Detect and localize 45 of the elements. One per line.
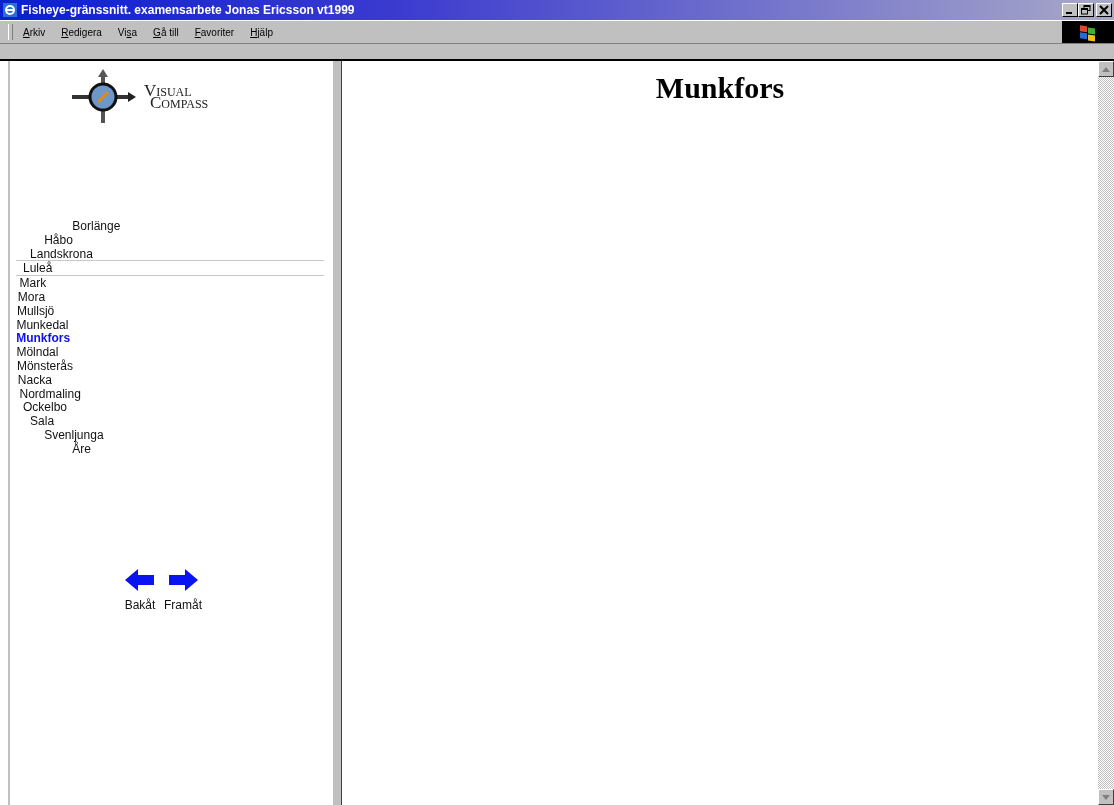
place-link[interactable]: Mullsjö: [16, 303, 55, 318]
restore-icon: [1081, 5, 1091, 15]
place-link[interactable]: Landskrona: [30, 246, 93, 261]
scroll-down-button[interactable]: [1098, 789, 1114, 805]
place-link[interactable]: Luleå: [23, 261, 53, 276]
menu-item[interactable]: Hjälp: [250, 26, 273, 38]
place-link[interactable]: Sala: [30, 414, 55, 429]
browser-icon: [2, 2, 18, 18]
menu-item[interactable]: Favoriter: [194, 26, 235, 38]
window-title: Fisheye-gränssnitt. examensarbete Jonas Ericsson vt1999: [21, 3, 355, 17]
place-link[interactable]: Nacka: [17, 372, 52, 387]
minimize-button[interactable]: [1062, 3, 1078, 17]
menu-item[interactable]: Visa: [117, 26, 138, 38]
nav-label[interactable]: Bakåt: [124, 597, 156, 612]
close-button[interactable]: [1096, 3, 1112, 17]
left-arrow-icon[interactable]: [124, 567, 156, 592]
place-link[interactable]: Munkfors: [16, 331, 71, 346]
restore-button[interactable]: [1078, 3, 1094, 17]
up-arrow-icon: [1102, 66, 1110, 72]
close-icon: [1099, 5, 1109, 15]
place-link[interactable]: Borlänge: [72, 219, 121, 233]
place-link[interactable]: Munkedal: [16, 317, 69, 332]
place-link[interactable]: Ockelbo: [23, 400, 68, 415]
logo-text: Visual: [144, 85, 192, 97]
compass-icon: [72, 69, 136, 125]
place-link[interactable]: Svenljunga: [44, 427, 104, 442]
menu-item[interactable]: Redigera: [61, 26, 102, 38]
place-link[interactable]: Nordmaling: [19, 386, 81, 401]
right-arrow-icon[interactable]: [167, 567, 199, 592]
scroll-up-button[interactable]: [1098, 61, 1114, 77]
minimize-icon: [1066, 12, 1072, 14]
scrollbar[interactable]: [1098, 61, 1114, 805]
place-link[interactable]: Mölndal: [16, 345, 59, 360]
windows-logo: [1062, 21, 1114, 43]
logo-text: Compass: [150, 97, 209, 109]
place-link[interactable]: Åre: [72, 441, 91, 456]
menu-item[interactable]: Arkiv: [23, 26, 46, 38]
place-link[interactable]: Mora: [17, 290, 46, 304]
nav-label[interactable]: Framåt: [164, 597, 202, 612]
place-link[interactable]: Mönsterås: [16, 358, 73, 373]
menu-item[interactable]: Gå till: [153, 26, 179, 38]
place-link[interactable]: Mark: [19, 276, 47, 291]
place-link[interactable]: Håbo: [44, 232, 73, 247]
down-arrow-icon: [1102, 794, 1110, 800]
page-heading: Munkfors: [655, 71, 785, 106]
